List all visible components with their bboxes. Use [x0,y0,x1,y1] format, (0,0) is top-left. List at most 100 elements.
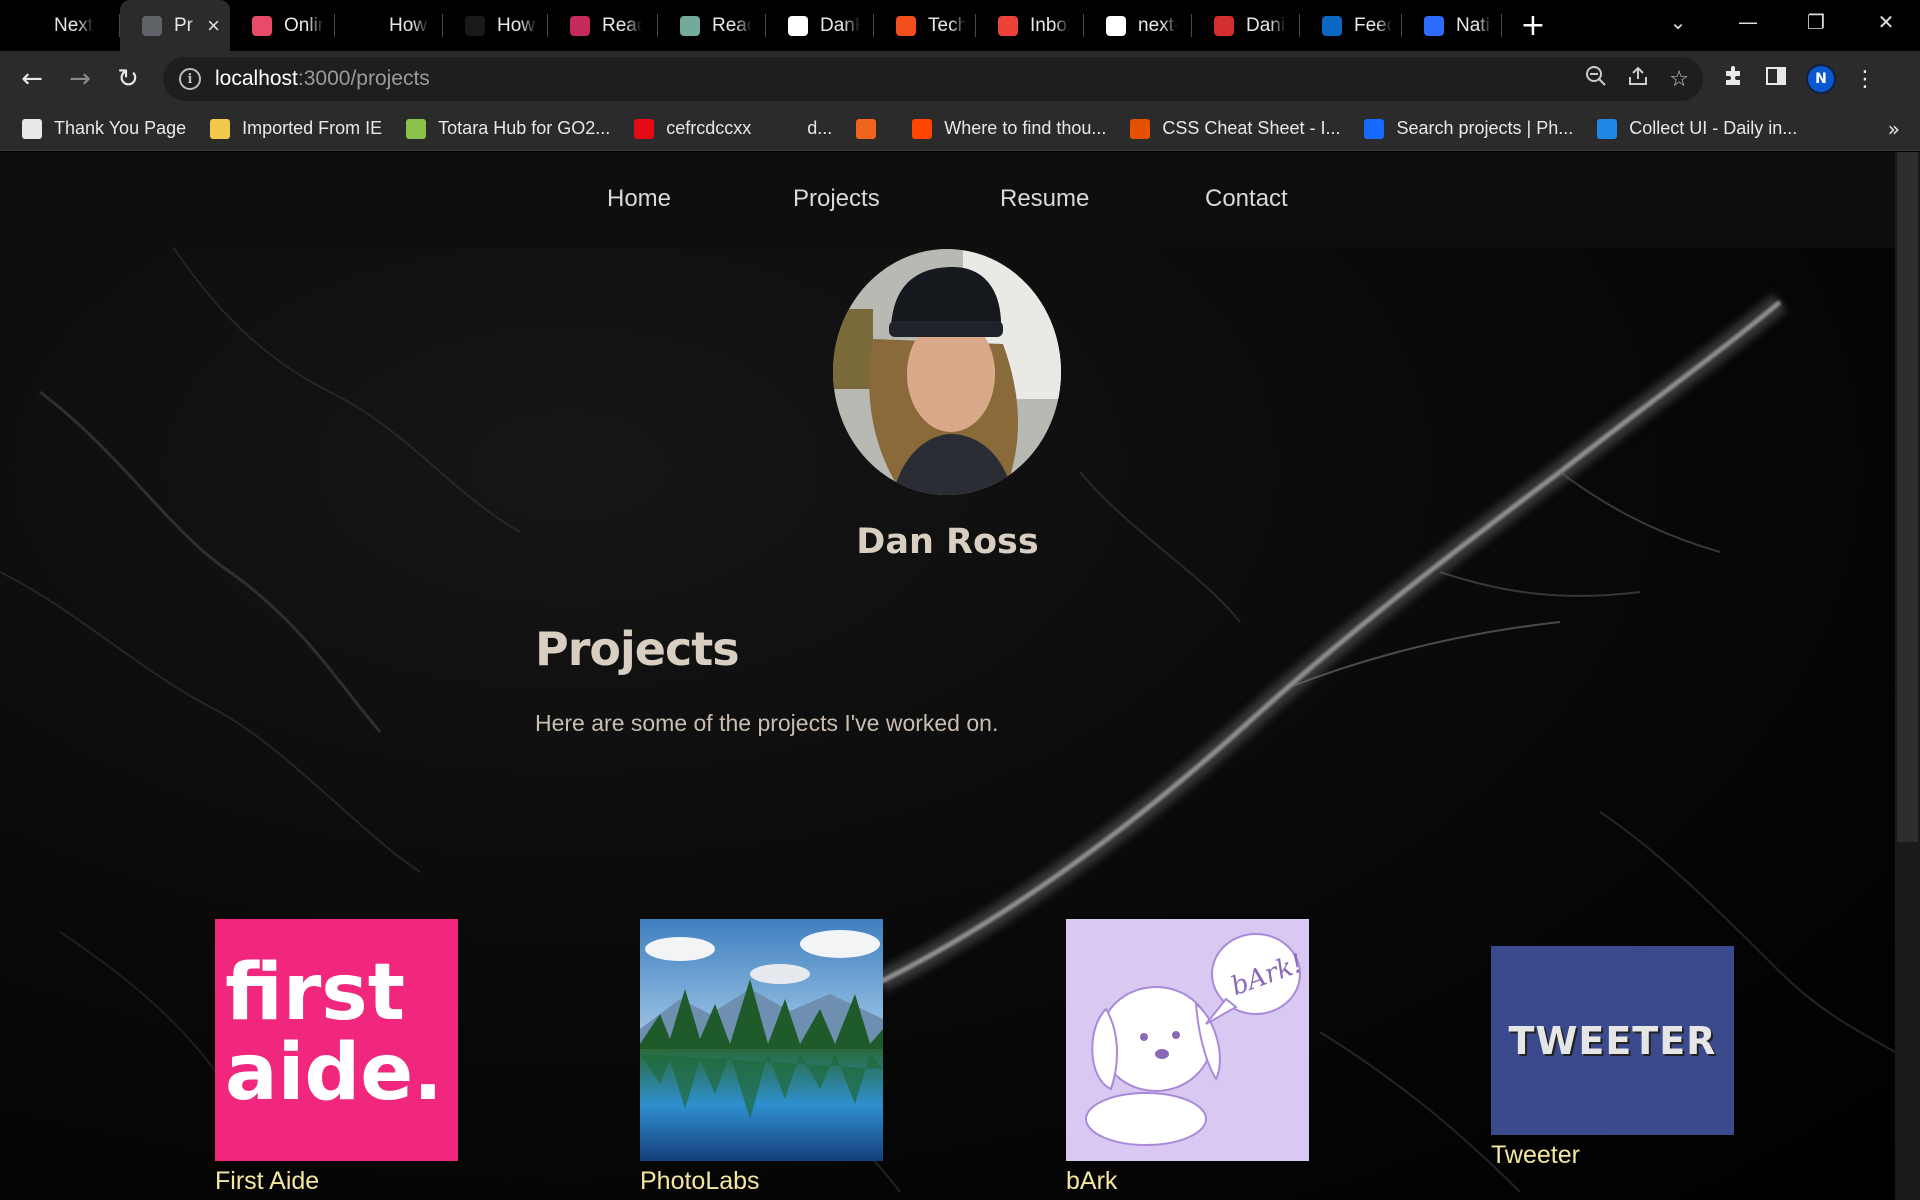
close-window-icon[interactable]: ✕ [1852,0,1920,44]
totara-icon [406,118,427,139]
tab-title: Pr [174,14,193,36]
url-path: :3000/projects [297,67,430,90]
back-icon[interactable]: ← [8,55,56,103]
share-icon[interactable] [1627,65,1649,93]
browser-tab[interactable]: Pr × [120,0,230,51]
restore-icon[interactable]: ❐ [1782,0,1850,44]
tab-search-chevron-icon[interactable]: ⌄ [1644,0,1712,44]
browser-tab[interactable]: Feed [1300,0,1402,51]
collectui-icon [1597,118,1618,139]
reload-icon[interactable]: ↻ [104,55,152,103]
bookmark-label: cefrcdccxx [666,118,752,138]
browser-tab[interactable]: Tech [874,0,976,51]
side-panel-icon[interactable] [1764,64,1788,94]
nav-home-link[interactable]: Home [607,185,671,213]
nav-projects-link[interactable]: Projects [793,185,880,213]
bark-thumbnail[interactable]: bArk! [1066,919,1309,1161]
nav-resume-link[interactable]: Resume [1000,185,1089,213]
css-icon [1130,118,1151,139]
tweeter-logo[interactable]: TWEETER [1491,946,1734,1135]
forward-icon[interactable]: → [56,55,104,103]
bookmarks-bar: Thank You Page Imported From IE Totara Hub… [0,107,1920,151]
reddit-icon [912,118,933,139]
new-tab-icon[interactable]: + [1506,8,1560,43]
figma-icon [896,15,916,36]
project-title[interactable]: bArk [1066,1167,1309,1196]
site-info-icon[interactable]: i [179,68,201,90]
browser-tab[interactable]: Natio [1402,0,1502,51]
bookmark-label: Thank You Page [54,118,187,138]
browser-menu-icon[interactable]: ⋮ [1854,67,1876,92]
zoom-out-icon[interactable] [1585,65,1607,93]
site-nav: Home Projects Resume Contact [0,152,1895,248]
browser-tab[interactable]: How t [335,0,443,51]
extensions-puzzle-icon[interactable] [1722,64,1746,94]
spinner-icon [1424,15,1444,36]
bookmark-item[interactable]: cefrcdccxx [634,118,751,139]
project-card-bark[interactable]: bArk! bArk [1066,919,1309,1196]
bookmark-item[interactable]: Where to find thou... [912,118,1106,139]
address-bar[interactable]: i localhost:3000/projects ☆ [163,57,1703,101]
project-card-tweeter[interactable]: TWEETER Tweeter [1491,946,1734,1170]
first-aide-logo[interactable]: first aide. [215,919,458,1161]
bookmark-item[interactable]: CSS Cheat Sheet - I... [1130,118,1340,139]
tab-title: Danie [1246,14,1286,36]
scrollbar-thumb[interactable] [1897,152,1918,842]
browser-tab[interactable]: Next.j [0,0,120,51]
browser-tab[interactable]: DanR [766,0,874,51]
tab-title: Onlin [284,14,324,36]
page-scrollbar[interactable] [1895,152,1920,1200]
bookmark-item[interactable]: d... [775,118,832,139]
profile-photo [833,249,1061,495]
blank-icon [775,118,796,139]
tab-close-icon[interactable]: × [207,13,220,39]
project-card-photolabs[interactable]: PhotoLabs [640,919,883,1196]
tab-title: How t [497,14,537,36]
browser-tab[interactable]: Onlin [230,0,335,51]
browser-toolbar: ← → ↻ i localhost:3000/projects ☆ N ⋮ [0,51,1920,107]
bookmark-item[interactable]: Imported From IE [210,118,382,139]
bookmark-item[interactable]: Search projects | Ph... [1364,118,1573,139]
bookmark-item[interactable]: Collect UI - Daily in... [1597,118,1797,139]
bookmark-item[interactable] [856,118,888,139]
profile-avatar-icon[interactable]: N [1806,64,1836,94]
bookmark-label: CSS Cheat Sheet - I... [1162,118,1341,138]
browser-tab[interactable]: next-j [1084,0,1192,51]
nav-contact-link[interactable]: Contact [1205,185,1288,213]
project-title[interactable]: PhotoLabs [640,1167,883,1196]
photolabs-thumbnail[interactable] [640,919,883,1161]
tab-title: How t [389,14,429,36]
pdf-icon [1214,15,1234,36]
address-url[interactable]: localhost:3000/projects [215,67,430,91]
bookmark-label: Collect UI - Daily in... [1629,118,1798,138]
bookmark-label: Where to find thou... [944,118,1107,138]
bookmark-item[interactable]: Thank You Page [22,118,186,139]
projects-page: Home Projects Resume Contact Dan Ross Pr… [0,152,1895,1200]
url-host: localhost [215,67,298,90]
browser-tab[interactable]: React [658,0,766,51]
globe-icon [142,15,162,36]
browser-tab[interactable]: Danie [1192,0,1300,51]
tab-title: Tech [928,14,966,36]
tweeter-logo-text: TWEETER [1508,1018,1717,1063]
bookmark-star-icon[interactable]: ☆ [1669,67,1689,92]
behance-icon [1364,118,1385,139]
project-title[interactable]: Tweeter [1491,1141,1734,1170]
first-aide-logo-line-2: aide. [225,1028,443,1118]
browser-tab[interactable]: React [548,0,658,51]
bookmark-item[interactable]: Totara Hub for GO2... [406,118,610,139]
code-icon [465,15,485,36]
project-title[interactable]: First Aide [215,1167,458,1196]
bookmark-label: Totara Hub for GO2... [438,118,611,138]
tab-title: Inbox [1030,14,1070,36]
project-card-first-aide[interactable]: first aide. First Aide [215,919,458,1196]
tab-title: React [712,14,752,36]
browser-tab[interactable]: How t [443,0,548,51]
netflix-icon [634,118,655,139]
tab-strip: Next.j Pr × Onlin How t How t React React DanR Te… [0,0,1920,51]
bookmarks-overflow-icon[interactable]: » [1888,117,1900,141]
openai-icon [680,15,700,36]
github-icon [788,15,808,36]
browser-tab[interactable]: Inbox [976,0,1084,51]
minimize-icon[interactable]: — [1714,0,1782,44]
